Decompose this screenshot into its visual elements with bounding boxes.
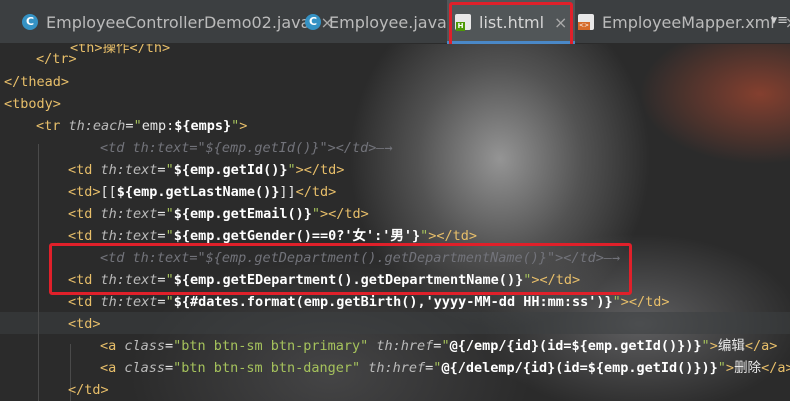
code-token: </td> — [295, 184, 337, 200]
current-line-highlight — [0, 312, 790, 334]
code-token: <td> — [68, 184, 101, 200]
code-token: <td — [68, 294, 101, 310]
code-token: <tr — [36, 118, 69, 134]
code-token: " — [165, 206, 174, 222]
code-token: th:text — [100, 162, 158, 178]
java-class-icon: C — [305, 14, 321, 30]
code-token: ${emp.getEmail()} — [173, 206, 312, 222]
highlight-box-department-lines — [49, 243, 632, 295]
xml-file-icon — [578, 14, 594, 30]
highlight-box-tab — [449, 2, 573, 49]
code-line: <a class="btn btn-sm btn-danger" th:href… — [100, 357, 790, 379]
code-token: th:each — [68, 118, 126, 134]
code-token: <tbody> — [4, 96, 61, 112]
code-token: class — [124, 338, 166, 354]
code-token: = — [165, 360, 174, 376]
code-token: ${#dates.format(emp.getBirth(),'yyyy-MM-… — [173, 294, 613, 310]
code-token: " — [165, 162, 174, 178]
code-token: <td — [68, 206, 101, 222]
code-token: </tr> — [36, 51, 77, 67]
code-token: <th>操作</th> — [70, 44, 171, 56]
code-token: th:href — [368, 360, 426, 376]
code-token: th:text — [100, 206, 158, 222]
code-line-comment: <td th:text="${emp.getId()}"></td>—→ — [100, 137, 393, 159]
code-token: ></td> — [295, 162, 345, 178]
code-token: th:href — [376, 338, 434, 354]
code-token: </a> — [744, 338, 778, 354]
code-token: </a> — [761, 360, 790, 376]
code-line: </tr> — [36, 48, 77, 70]
code-token: ${emps} — [174, 118, 232, 134]
code-token: ></td> — [620, 294, 670, 310]
code-token: " — [165, 228, 174, 244]
code-editor[interactable]: <th>操作</th> </tr> </thead> <tbody> <tr t… — [0, 44, 790, 401]
code-token: ></td> — [320, 206, 369, 222]
code-token: > — [239, 118, 248, 134]
code-line: <td th:text="${emp.getEmail()}"></td> — [68, 203, 369, 225]
code-line-each: <tr th:each="emp:${emps}"> — [36, 115, 247, 137]
code-line: <td> — [68, 313, 101, 335]
code-token: <td th:text="${emp.getId()}"></td>—→ — [100, 140, 393, 156]
code-token: ]] — [279, 184, 296, 200]
code-token: </td> — [68, 382, 109, 398]
code-token: = — [165, 338, 174, 354]
code-token: ${emp.getLastName()} — [116, 184, 280, 200]
code-token: <td — [68, 228, 101, 244]
code-line: <td>[[${emp.getLastName()}]]</td> — [68, 181, 336, 203]
code-token: ${emp.getGender()==0?'女':'男'} — [173, 228, 421, 244]
code-token: " — [311, 206, 321, 222]
code-token: [[ — [100, 184, 117, 200]
code-line: <tbody> — [4, 93, 61, 115]
code-token: <td — [68, 162, 101, 178]
java-class-icon: C — [22, 14, 38, 30]
tab-employee-mapper-xml[interactable]: EmployeeMapper.xml × — [578, 0, 790, 44]
code-token: " — [612, 294, 621, 310]
code-token: " — [701, 338, 710, 354]
code-token: ${emp.getId()} — [173, 162, 288, 178]
code-token: @{/emp/{id}(id=${emp.getId()})} — [449, 338, 702, 354]
code-token: " — [133, 118, 142, 134]
tab-employee-controller-demo02[interactable]: C EmployeeControllerDemo02.java × — [22, 0, 334, 44]
code-line: </td> — [68, 379, 109, 401]
code-line: <th>操作</th> — [70, 44, 170, 59]
code-token: 删除 — [734, 360, 762, 376]
indent-guide — [38, 144, 39, 401]
code-token: @{/delemp/{id}(id=${emp.getId()})} — [441, 360, 718, 376]
code-token: </thead> — [4, 74, 70, 90]
code-token: emp: — [141, 118, 175, 134]
code-token: <a — [100, 338, 125, 354]
code-line: <td th:text="${emp.getId()}"></td> — [68, 159, 344, 181]
tab-list-menu-icon[interactable]: ▾≡ — [771, 13, 788, 28]
tab-label: EmployeeMapper.xml — [602, 12, 775, 32]
code-token: class — [124, 360, 166, 376]
code-token: ></td> — [428, 228, 478, 244]
code-token: = — [157, 206, 166, 222]
tab-label: EmployeeControllerDemo02.java — [46, 12, 311, 32]
code-token: 编辑 — [717, 338, 745, 354]
code-token: > — [709, 338, 718, 354]
code-token: = — [157, 294, 166, 310]
code-token: > — [725, 360, 735, 376]
tab-label: Employee.java — [329, 12, 447, 32]
tab-employee-java[interactable]: C Employee.java × — [305, 0, 470, 44]
code-token: " — [441, 338, 450, 354]
code-token: th:text — [100, 294, 158, 310]
editor-tab-bar: C EmployeeControllerDemo02.java × C Empl… — [0, 0, 790, 44]
code-line: <a class="btn btn-sm btn-primary" th:hre… — [100, 335, 777, 357]
code-token: "btn btn-sm btn-danger" — [173, 360, 361, 376]
code-token: <a — [100, 360, 125, 376]
code-token: <td> — [68, 316, 101, 332]
code-token: th:text — [100, 228, 158, 244]
code-token: " — [717, 360, 726, 376]
code-token: = — [157, 162, 166, 178]
code-token: " — [165, 294, 174, 310]
code-token: "btn btn-sm btn-primary" — [173, 338, 369, 354]
code-token: = — [125, 118, 134, 134]
code-token: = — [157, 228, 166, 244]
code-token: " — [287, 162, 296, 178]
code-line: </thead> — [4, 71, 69, 93]
